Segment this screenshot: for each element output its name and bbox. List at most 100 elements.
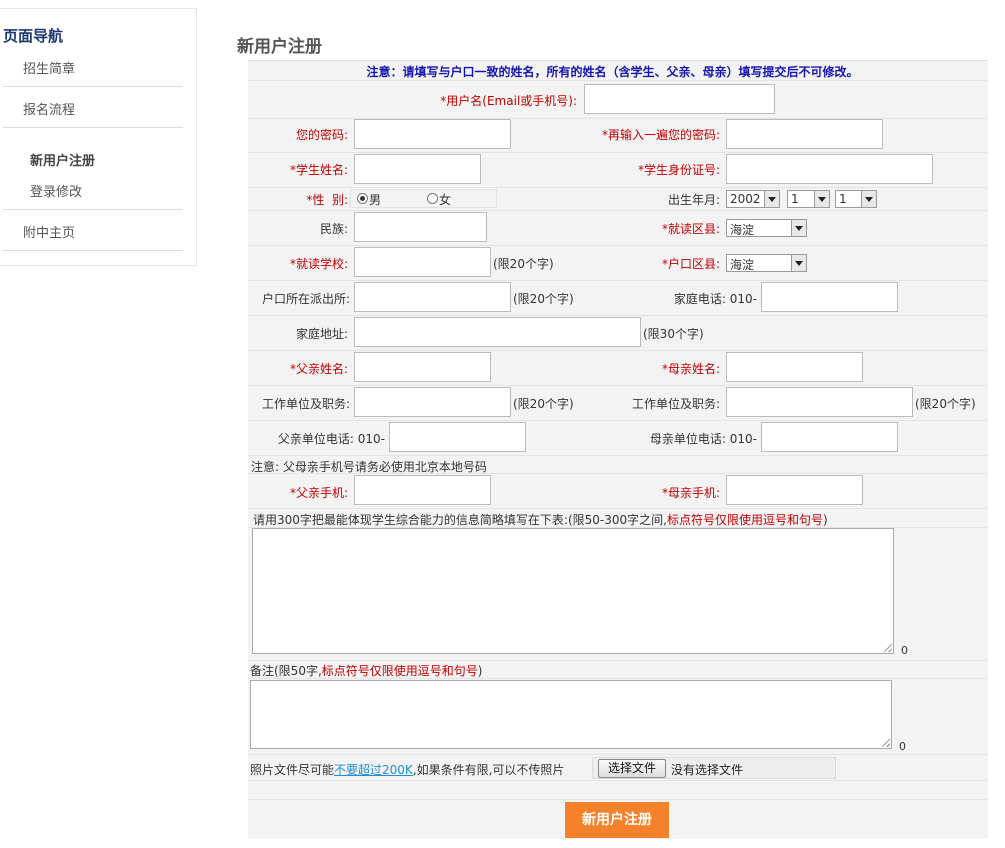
chevron-down-icon bbox=[814, 191, 829, 207]
address-limit-hint: (限30个字) bbox=[643, 327, 704, 341]
sidebar-nav: 页面导航 招生简章 报名流程 新用户注册 登录修改 附中主页 bbox=[0, 8, 197, 266]
password-input[interactable] bbox=[354, 119, 511, 149]
photo-file-input: 选择文件 没有选择文件 bbox=[592, 757, 836, 779]
remark-char-count: 0 bbox=[899, 740, 906, 753]
birth-label: 出生年月: bbox=[667, 193, 720, 207]
sidebar-item-process[interactable]: 报名流程 bbox=[23, 99, 75, 118]
chevron-down-icon bbox=[764, 191, 779, 207]
student-id-label: *学生身份证号: bbox=[637, 163, 720, 177]
resize-grip-icon[interactable] bbox=[884, 644, 892, 652]
school-label: *就读学校: bbox=[289, 257, 348, 271]
page-title: 新用户注册 bbox=[237, 37, 322, 57]
choose-file-button[interactable]: 选择文件 bbox=[598, 759, 666, 778]
father-work-input[interactable] bbox=[354, 387, 511, 417]
father-mobile-label: *父亲手机: bbox=[289, 486, 348, 500]
father-name-label: *父亲姓名: bbox=[289, 362, 348, 376]
registration-form: 注意：请填写与户口一致的姓名，所有的姓名（含学生、父亲、母亲）填写提交后不可修改… bbox=[237, 60, 988, 840]
sidebar-item-admission-guide[interactable]: 招生简章 bbox=[23, 58, 75, 77]
mother-work-phone-input[interactable] bbox=[761, 422, 898, 452]
ethnicity-label: 民族: bbox=[319, 222, 348, 236]
father-name-input[interactable] bbox=[354, 352, 491, 382]
sidebar-item-register[interactable]: 新用户注册 bbox=[30, 150, 95, 169]
row-divider bbox=[248, 350, 988, 351]
row-divider bbox=[248, 245, 988, 246]
student-name-label: *学生姓名: bbox=[289, 163, 348, 177]
row-divider bbox=[248, 385, 988, 386]
mother-work-input[interactable] bbox=[726, 387, 913, 417]
remark-label: 备注(限50字,标点符号仅限使用逗号和句号) bbox=[250, 664, 483, 678]
school-district-label: *就读区县: bbox=[661, 222, 720, 236]
mother-work-phone-label: 母亲单位电话: 010- bbox=[649, 432, 757, 446]
row-divider bbox=[248, 80, 988, 81]
divider bbox=[3, 127, 183, 128]
top-notice: 注意：请填写与户口一致的姓名，所有的姓名（含学生、父亲、母亲）填写提交后不可修改… bbox=[366, 65, 859, 79]
row-divider bbox=[248, 455, 988, 456]
ethnicity-input[interactable] bbox=[354, 212, 487, 242]
mother-name-input[interactable] bbox=[726, 352, 863, 382]
row-divider bbox=[248, 280, 988, 281]
police-limit-hint: (限20个字) bbox=[513, 292, 574, 306]
summary-textarea[interactable] bbox=[252, 528, 894, 654]
gender-label: *性 别: bbox=[306, 193, 348, 207]
row-divider bbox=[248, 508, 988, 509]
birth-year-select[interactable]: 2002 bbox=[726, 190, 780, 208]
student-name-input[interactable] bbox=[354, 154, 481, 184]
mother-name-label: *母亲姓名: bbox=[661, 362, 720, 376]
chevron-down-icon bbox=[791, 255, 806, 271]
divider bbox=[3, 86, 183, 87]
row-divider bbox=[248, 754, 988, 755]
row-divider bbox=[248, 187, 988, 188]
row-divider bbox=[248, 799, 988, 800]
mother-work-label: 工作单位及职务: bbox=[631, 397, 720, 411]
hukou-district-label: *户口区县: bbox=[661, 257, 720, 271]
address-label: 家庭地址: bbox=[295, 327, 348, 341]
password-confirm-label: *再输入一遍您的密码: bbox=[601, 128, 720, 142]
password-confirm-input[interactable] bbox=[726, 119, 883, 149]
username-input[interactable] bbox=[584, 84, 775, 114]
gender-female-label: 女 bbox=[439, 193, 452, 207]
row-divider bbox=[248, 660, 988, 661]
father-work-limit-hint: (限20个字) bbox=[513, 397, 574, 411]
home-phone-input[interactable] bbox=[761, 282, 898, 312]
chevron-down-icon bbox=[861, 191, 876, 207]
divider bbox=[3, 209, 183, 210]
birth-month-select[interactable]: 1 bbox=[787, 190, 830, 208]
summary-char-count: 0 bbox=[901, 644, 908, 657]
hukou-district-select[interactable]: 海淀 bbox=[726, 254, 807, 272]
police-station-input[interactable] bbox=[354, 282, 511, 312]
father-work-phone-label: 父亲单位电话: 010- bbox=[277, 432, 385, 446]
remark-textarea[interactable] bbox=[250, 680, 892, 749]
address-input[interactable] bbox=[354, 317, 641, 347]
school-input[interactable] bbox=[354, 247, 491, 277]
password-label: 您的密码: bbox=[295, 128, 348, 142]
row-divider bbox=[248, 420, 988, 421]
mother-mobile-label: *母亲手机: bbox=[661, 486, 720, 500]
register-submit-button[interactable]: 新用户注册 bbox=[565, 802, 669, 838]
father-work-label: 工作单位及职务: bbox=[261, 397, 350, 411]
mother-mobile-input[interactable] bbox=[726, 475, 863, 505]
police-station-label: 户口所在派出所: bbox=[261, 292, 350, 306]
row-divider bbox=[248, 780, 988, 781]
resize-grip-icon[interactable] bbox=[882, 739, 890, 747]
row-divider bbox=[248, 152, 988, 153]
school-district-select[interactable]: 海淀 bbox=[726, 219, 807, 237]
sidebar-item-login-edit[interactable]: 登录修改 bbox=[30, 181, 82, 200]
row-divider bbox=[248, 315, 988, 316]
username-label: *用户名(Email或手机号): bbox=[440, 94, 577, 108]
father-work-phone-input[interactable] bbox=[389, 422, 526, 452]
gender-male-label: 男 bbox=[369, 193, 382, 207]
sidebar-item-homepage[interactable]: 附中主页 bbox=[23, 222, 75, 241]
gender-male-radio[interactable] bbox=[357, 193, 368, 204]
father-mobile-input[interactable] bbox=[354, 475, 491, 505]
birth-day-select[interactable]: 1 bbox=[835, 190, 877, 208]
row-divider bbox=[248, 210, 988, 211]
photo-size-link[interactable]: 不要超过200K bbox=[334, 763, 413, 777]
student-id-input[interactable] bbox=[726, 154, 933, 184]
chevron-down-icon bbox=[791, 220, 806, 236]
gender-female-radio[interactable] bbox=[427, 193, 438, 204]
photo-hint: 照片文件尽可能不要超过200K,如果条件有限,可以不传照片 bbox=[250, 763, 565, 777]
sidebar-title: 页面导航 bbox=[3, 27, 64, 45]
phone-notice: 注意: 父母亲手机号请务必使用北京本地号码 bbox=[251, 460, 487, 474]
divider bbox=[3, 250, 183, 251]
summary-label: 请用300字把最能体现学生综合能力的信息简略填写在下表:(限50-300字之间,… bbox=[253, 513, 828, 527]
